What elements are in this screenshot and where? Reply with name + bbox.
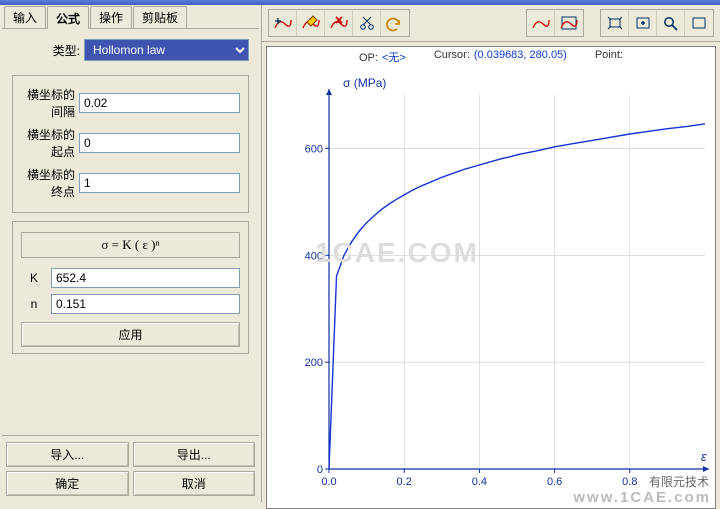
svg-text:ε: ε: [701, 449, 707, 464]
type-label: 类型:: [12, 42, 84, 59]
axis-group: 横坐标的间隔 横坐标的起点 横坐标的终点: [12, 75, 249, 213]
tab-formula[interactable]: 公式: [47, 6, 89, 29]
credit-text: 有限元技术: [649, 473, 709, 490]
formula-display: σ = K ( ε )ⁿ: [21, 232, 240, 258]
start-label: 横坐标的起点: [21, 126, 79, 160]
cut-icon[interactable]: [353, 10, 381, 36]
box-icon[interactable]: [685, 10, 713, 36]
point-label: Point:: [595, 49, 623, 61]
chart-toolbar: [262, 5, 720, 42]
import-button[interactable]: 导入...: [6, 442, 129, 467]
interval-label: 横坐标的间隔: [21, 86, 79, 120]
edit-point-icon[interactable]: [297, 10, 325, 36]
chart-panel: OP:<无> Cursor:(0.039683, 280.05) Point: …: [262, 5, 720, 502]
undo-icon[interactable]: [381, 10, 409, 36]
formula-group: σ = K ( ε )ⁿ K n 应用: [12, 221, 249, 354]
delete-point-icon[interactable]: [325, 10, 353, 36]
chart-canvas[interactable]: OP:<无> Cursor:(0.039683, 280.05) Point: …: [266, 46, 716, 509]
chart-plot: 0 200 400 600 0.0 0.2 0.4 0.6 0.8 σ (MPa) ε: [267, 65, 715, 505]
search-icon[interactable]: [657, 10, 685, 36]
curve-a-icon[interactable]: [527, 10, 555, 36]
ok-button[interactable]: 确定: [6, 471, 129, 496]
svg-text:0.8: 0.8: [622, 476, 637, 488]
svg-text:0: 0: [317, 464, 323, 476]
add-point-icon[interactable]: [269, 10, 297, 36]
svg-text:600: 600: [305, 143, 323, 155]
dialog-buttons: 导入... 导出... 确定 取消: [2, 435, 259, 502]
cancel-button[interactable]: 取消: [133, 471, 256, 496]
svg-text:σ (MPa): σ (MPa): [343, 76, 386, 90]
apply-button[interactable]: 应用: [21, 322, 240, 347]
cursor-value: (0.039683, 280.05): [474, 49, 567, 61]
type-select[interactable]: Hollomon law: [84, 39, 249, 61]
op-label: OP:: [359, 52, 378, 64]
svg-text:0.6: 0.6: [547, 476, 562, 488]
n-input[interactable]: [51, 294, 240, 314]
start-input[interactable]: [79, 133, 240, 153]
export-button[interactable]: 导出...: [133, 442, 256, 467]
zoom-in-icon[interactable]: [629, 10, 657, 36]
interval-input[interactable]: [79, 93, 240, 113]
svg-text:200: 200: [305, 357, 323, 369]
k-input[interactable]: [51, 268, 240, 288]
tab-strip: 输入 公式 操作 剪贴板: [2, 7, 259, 29]
k-label: K: [21, 271, 51, 285]
svg-text:0.2: 0.2: [397, 476, 412, 488]
tab-operate[interactable]: 操作: [90, 6, 132, 28]
fit-icon[interactable]: [601, 10, 629, 36]
chart-status: OP: <无> Cursor: (0.039683, 280.05) Point:: [267, 47, 715, 65]
end-input[interactable]: [79, 173, 240, 193]
cursor-label: Cursor:: [434, 49, 470, 61]
curve-grid-icon[interactable]: [555, 10, 583, 36]
tab-input[interactable]: 输入: [4, 6, 46, 28]
settings-panel: 输入 公式 操作 剪贴板 类型: Hollomon law 横坐标的间隔 横坐标…: [0, 5, 262, 502]
svg-text:0.0: 0.0: [321, 476, 336, 488]
svg-text:400: 400: [305, 250, 323, 262]
tab-clipboard[interactable]: 剪贴板: [133, 6, 187, 28]
end-label: 横坐标的终点: [21, 166, 79, 200]
n-label: n: [21, 297, 51, 311]
op-value: <无>: [382, 52, 406, 64]
svg-text:0.4: 0.4: [472, 476, 487, 488]
